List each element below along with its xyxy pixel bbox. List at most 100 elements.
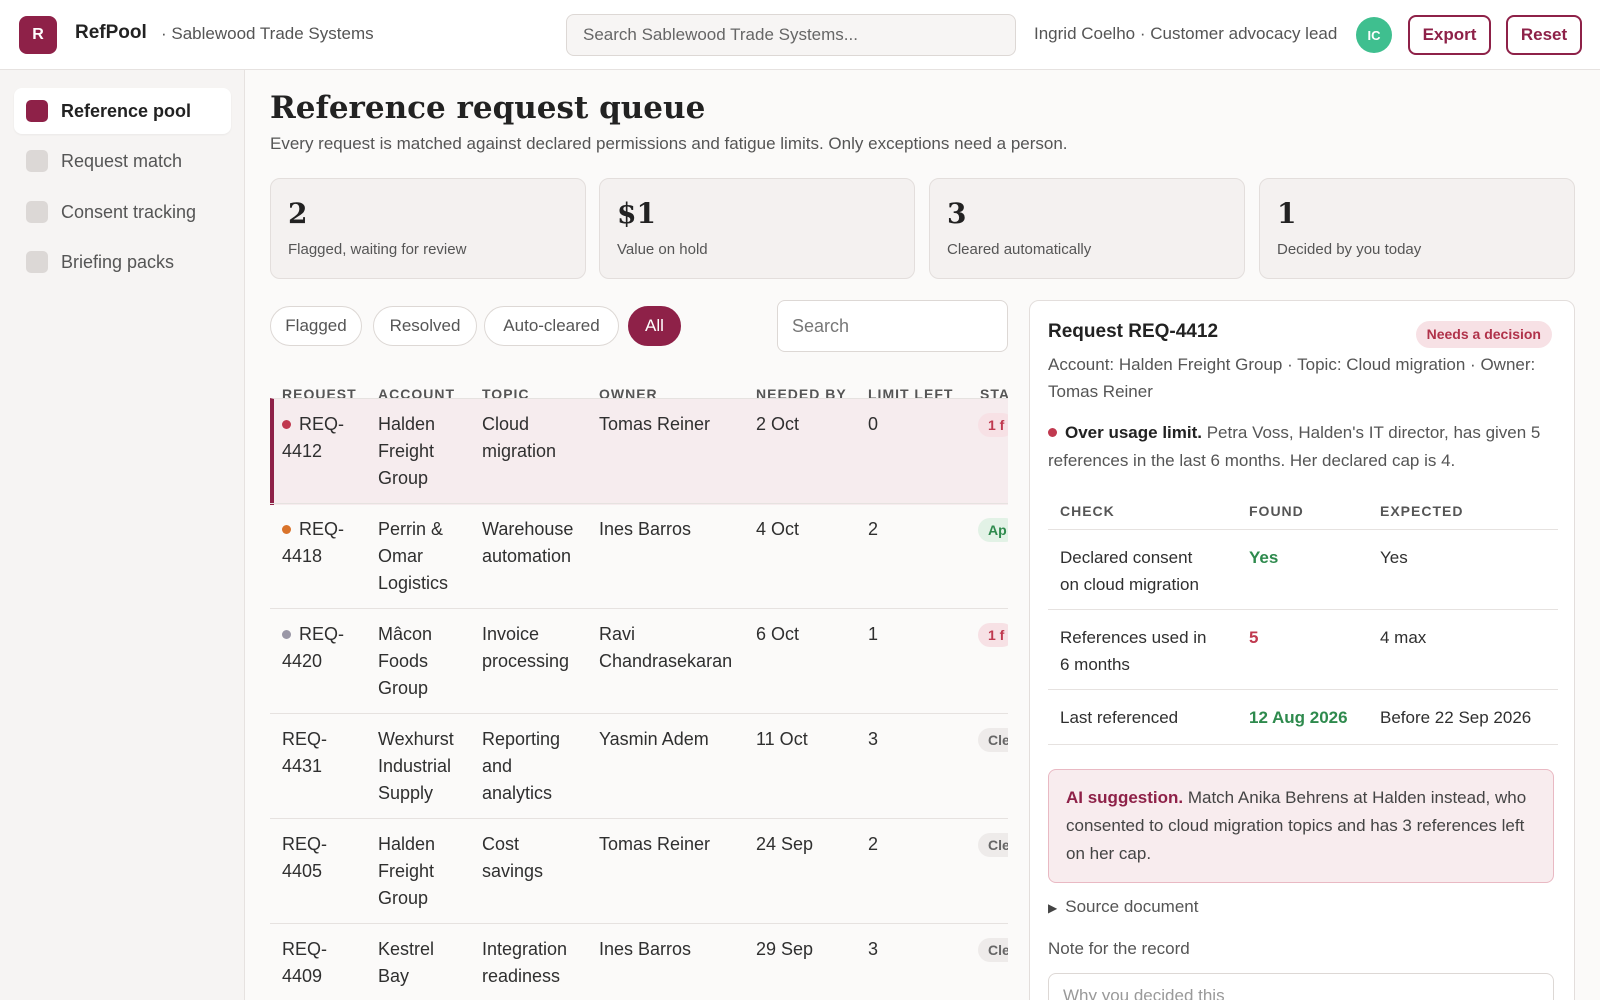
filter-flagged[interactable]: Flagged <box>270 306 362 346</box>
needed-by-cell-text: 2 Oct <box>756 414 800 434</box>
stat-label: Cleared automatically <box>947 241 1092 258</box>
needed-by-cell: 24 Sep <box>756 831 813 858</box>
account-cell-text: Perrin & Omar Logistics <box>378 519 449 593</box>
table-search-input[interactable]: Search <box>777 300 1008 352</box>
account-cell: Mâcon Foods Group <box>378 621 432 702</box>
stat-value: 3 <box>947 197 967 230</box>
topic-cell: Cost savings <box>482 831 543 885</box>
status-badge: 1 f <box>978 413 1008 437</box>
sidebar-item-reference-pool[interactable]: Reference pool <box>14 88 231 134</box>
check-row: References used in 6 months 5 4 max <box>1048 609 1558 689</box>
request-detail-panel: Request REQ-4412 Needs a decision Accoun… <box>1029 300 1575 1000</box>
status-badge: Cle <box>978 938 1008 962</box>
source-document-label: Source document <box>1065 897 1199 916</box>
app-logo[interactable]: R <box>19 16 57 54</box>
needed-by-cell: 29 Sep <box>756 936 813 963</box>
export-button[interactable]: Export <box>1408 15 1491 55</box>
limit-left-cell-text: 1 <box>868 624 879 644</box>
sidebar-item-briefing-packs[interactable]: Briefing packs <box>14 239 231 285</box>
page-subtitle: Every request is matched against declare… <box>270 134 1068 153</box>
needed-by-cell: 2 Oct <box>756 411 799 438</box>
request-id: REQ- 4412 <box>282 411 344 465</box>
filter-resolved[interactable]: Resolved <box>373 306 477 346</box>
topic-cell-text: Integration readiness <box>482 939 568 986</box>
check-found: 5 <box>1249 628 1259 647</box>
briefing-packs-icon <box>26 251 48 273</box>
account-cell-text: Wexhurst Industrial Supply <box>378 729 454 803</box>
check-expected: Yes <box>1380 548 1408 567</box>
reset-button[interactable]: Reset <box>1506 15 1582 55</box>
check-name: Last referenced <box>1060 708 1179 727</box>
topic-cell-text: Reporting and analytics <box>482 729 561 803</box>
owner-cell: Tomas Reiner <box>599 831 710 858</box>
check-expected: Before 22 Sep 2026 <box>1380 708 1532 727</box>
owner-cell-text: Yasmin Adem <box>599 729 709 749</box>
table-row[interactable]: REQ- 4431 Wexhurst Industrial Supply Repor… <box>270 713 1008 820</box>
topic-cell-text: Invoice processing <box>482 624 570 671</box>
topic-cell-text: Cost savings <box>482 834 544 881</box>
table-row[interactable]: REQ- 4420 Mâcon Foods Group Invoice proces… <box>270 608 1008 715</box>
sidebar-item-label: Consent tracking <box>61 201 197 222</box>
owner-cell: Ines Barros <box>599 936 691 963</box>
owner-cell: Ines Barros <box>599 516 691 543</box>
check-row: Last referenced 12 Aug 2026 Before 22 Se… <box>1048 689 1558 745</box>
table-row[interactable]: REQ- 4405 Halden Freight Group Cost saving… <box>270 818 1008 925</box>
request-id: REQ- 4409 <box>282 936 327 990</box>
stat-label: Flagged, waiting for review <box>288 241 467 258</box>
status-dot-icon <box>282 629 291 639</box>
user-info: Ingrid Coelho · Customer advocacy lead <box>1034 24 1338 43</box>
stat-label: Value on hold <box>617 241 708 258</box>
limit-left-cell-text: 3 <box>868 939 879 959</box>
needed-by-cell-text: 6 Oct <box>756 624 800 644</box>
check-expected: 4 max <box>1380 628 1427 647</box>
source-document-toggle[interactable]: ▶ Source document <box>1048 897 1198 917</box>
account-cell-text: Mâcon Foods Group <box>378 624 433 698</box>
status-badge: 1 f <box>978 623 1008 647</box>
account-cell: Kestrel Bay <box>378 936 434 990</box>
account-cell-text: Halden Freight Group <box>378 834 436 908</box>
needed-by-cell-text: 24 Sep <box>756 834 814 854</box>
check-column-header: CHECK <box>1060 503 1115 519</box>
sidebar-item-request-match[interactable]: Request match <box>14 138 231 184</box>
request-id: REQ- 4420 <box>282 621 344 675</box>
account-cell: Halden Freight Group <box>378 411 435 492</box>
stat-label: Decided by you today <box>1277 241 1422 258</box>
needed-by-cell-text: 29 Sep <box>756 939 814 959</box>
filter-all[interactable]: All <box>628 306 681 346</box>
check-name: References used in 6 months <box>1060 628 1207 674</box>
topic-cell: Reporting and analytics <box>482 726 560 807</box>
consent-tracking-icon <box>26 201 48 223</box>
limit-left-cell-text: 2 <box>868 834 879 854</box>
note-input[interactable]: Why you decided this <box>1048 973 1554 1000</box>
account-cell: Perrin & Omar Logistics <box>378 516 448 597</box>
limit-left-cell: 3 <box>868 726 878 753</box>
detail-meta: Account: Halden Freight Group · Topic: C… <box>1048 355 1536 401</box>
status-badge: Cle <box>978 728 1008 752</box>
alert-dot-icon <box>1048 428 1057 438</box>
ai-suggestion-title: AI suggestion. <box>1066 788 1184 807</box>
check-name: Declared consent on cloud migration <box>1060 548 1199 594</box>
check-found: Yes <box>1249 548 1279 567</box>
filter-auto-cleared[interactable]: Auto-cleared <box>484 306 619 346</box>
account-cell: Halden Freight Group <box>378 831 435 912</box>
avatar[interactable]: IC <box>1356 17 1392 53</box>
stat-card-flagged: 2 Flagged, waiting for review <box>270 178 586 279</box>
reference-pool-icon <box>26 100 48 122</box>
table-row[interactable]: REQ- 4409 Kestrel Bay Integration readines… <box>270 923 1008 1000</box>
global-search-input[interactable]: Search Sablewood Trade Systems... <box>566 14 1016 56</box>
limit-left-cell: 2 <box>868 516 878 543</box>
sidebar-item-consent-tracking[interactable]: Consent tracking <box>14 189 231 235</box>
status-dot-icon <box>282 419 291 429</box>
request-id: REQ- 4418 <box>282 516 344 570</box>
table-row[interactable]: REQ- 4412 Halden Freight Group Cloud migra… <box>270 398 1008 505</box>
request-id: REQ- 4431 <box>282 726 327 780</box>
request-id-text: REQ- 4405 <box>282 834 327 881</box>
owner-cell: Yasmin Adem <box>599 726 709 753</box>
account-cell-text: Halden Freight Group <box>378 414 436 488</box>
disclosure-triangle-icon: ▶ <box>1048 901 1058 915</box>
limit-left-cell: 1 <box>868 621 878 648</box>
stat-value: 1 <box>1277 197 1297 230</box>
owner-cell-text: Ines Barros <box>599 939 692 959</box>
check-found: 12 Aug 2026 <box>1249 708 1348 727</box>
table-row[interactable]: REQ- 4418 Perrin & Omar Logistics Warehous… <box>270 503 1008 610</box>
